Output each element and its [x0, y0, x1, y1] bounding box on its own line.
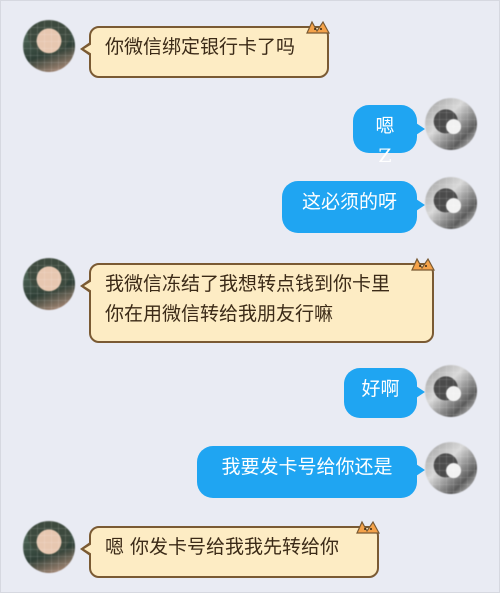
self-message-bubble[interactable]: 我要发卡号给你还是: [197, 446, 425, 498]
peer-message-bubble[interactable]: 嗯 你发卡号给我我先转给你: [80, 520, 381, 578]
peer-avatar[interactable]: [23, 258, 75, 310]
cat-ears-icon: [356, 520, 381, 534]
self-avatar[interactable]: [425, 177, 477, 229]
peer-message-bubble[interactable]: 你微信绑定银行卡了吗: [80, 20, 331, 78]
message-text: 好啊: [361, 378, 400, 400]
message-text: 嗯 你发卡号给我我先转给你: [105, 536, 340, 558]
self-message-bubble[interactable]: 嗯 Z: [353, 105, 425, 167]
peer-message-bubble[interactable]: 我微信冻结了我想转点钱到你卡里 你在用微信转给我朋友行嘛: [80, 257, 436, 343]
self-avatar[interactable]: [425, 365, 477, 417]
cat-ears-icon: [411, 257, 436, 271]
message-text: 这必须的呀: [301, 191, 397, 213]
message-text: 我要发卡号给你还是: [221, 456, 393, 478]
self-message-bubble[interactable]: 好啊: [344, 368, 425, 418]
self-avatar[interactable]: [425, 442, 477, 494]
message-text: 我微信冻结了我想转点钱到你卡里 你在用微信转给我朋友行嘛: [105, 273, 391, 325]
self-message-bubble[interactable]: 这必须的呀: [282, 181, 425, 233]
self-avatar[interactable]: [425, 98, 477, 150]
peer-avatar[interactable]: [23, 20, 75, 72]
cat-ears-icon: [306, 20, 331, 34]
chat-window: 你微信绑定银行卡了吗 嗯 Z 这必须的呀 我微信冻结了我想转点钱到你卡里 你在用…: [0, 0, 500, 593]
message-text: 你微信绑定银行卡了吗: [105, 36, 296, 58]
peer-avatar[interactable]: [23, 521, 75, 573]
message-text: 嗯 Z: [375, 115, 395, 167]
